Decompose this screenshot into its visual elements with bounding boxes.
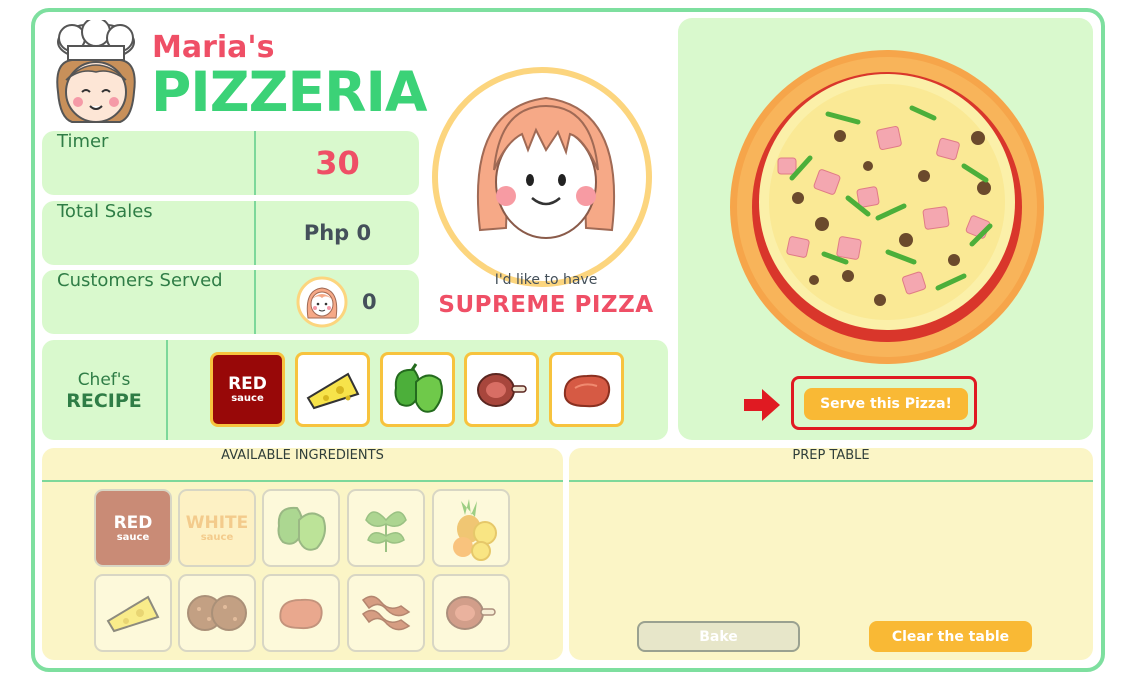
recipe-label-line1: Chef's [77,370,131,390]
pineapple-icon [453,499,497,561]
order-pizza-name: SUPREME PIZZA [438,292,654,318]
ingredient-white-sauce-small: sauce [200,531,234,543]
ingredient-pineapple[interactable] [432,489,510,567]
arrow-right-icon [744,389,780,421]
ingredient-white-sauce-big: WHITE [185,512,249,533]
ingredient-meat[interactable] [262,574,340,652]
recipe-red-sauce-small: sauce [231,393,264,404]
customer-face-icon [476,96,616,239]
serve-pizza-button[interactable]: Serve this Pizza! [804,388,968,420]
parsley-icon [365,511,407,552]
ingredient-green-pepper[interactable] [262,489,340,567]
recipe-cheese [295,352,370,427]
order-intro: I'd like to have [494,272,598,288]
recipe-red-sauce-big: RED [228,374,267,394]
ingredient-red-sauce-big: RED [113,512,153,533]
ham-icon [476,372,527,407]
prep-table-title: PREP TABLE [569,448,1093,482]
ingredient-white-sauce[interactable]: WHITE sauce [178,489,256,567]
meat-icon [279,598,323,630]
customers-served-value: 0 [362,290,377,314]
recipe-green-pepper [380,352,455,427]
cheese-icon [306,372,359,409]
customers-served-row: Customers Served 0 [42,270,419,334]
ingredient-red-sauce-small: sauce [116,531,150,543]
green-pepper-icon [277,506,326,551]
chef-logo-icon [56,20,136,123]
ingredient-pepperoni[interactable] [178,574,256,652]
ingredient-parsley[interactable] [347,489,425,567]
timer-value: 30 [315,144,360,182]
total-sales-value: Php 0 [303,221,372,245]
pepperoni-icon [187,595,247,631]
bacon-icon [361,595,411,631]
customers-served-label: Customers Served [57,270,223,291]
ham-icon [446,596,496,630]
timer-row: Timer 30 [42,131,419,195]
ingredient-cheese[interactable] [94,574,172,652]
recipe-ham [464,352,539,427]
pizza-icon[interactable] [728,48,1046,366]
total-sales-label: Total Sales [57,201,153,222]
recipe-meat [549,352,624,427]
green-pepper-icon [394,362,443,413]
recipe-label-line2: RECIPE [66,390,142,412]
ingredient-bacon[interactable] [347,574,425,652]
total-sales-row: Total Sales Php 0 [42,201,419,265]
clear-table-button[interactable]: Clear the table [869,621,1032,652]
ingredient-red-sauce[interactable]: RED sauce [94,489,172,567]
timer-label: Timer [57,131,109,152]
ingredient-ham[interactable] [432,574,510,652]
logo-title: PIZZERIA [151,60,427,124]
available-ingredients-title: AVAILABLE INGREDIENTS [42,448,563,482]
meat-icon [563,374,610,407]
cheese-icon [106,595,160,633]
bake-button[interactable]: Bake [637,621,800,652]
customer-avatar-icon [296,276,348,328]
recipe-red-sauce: RED sauce [210,352,285,427]
